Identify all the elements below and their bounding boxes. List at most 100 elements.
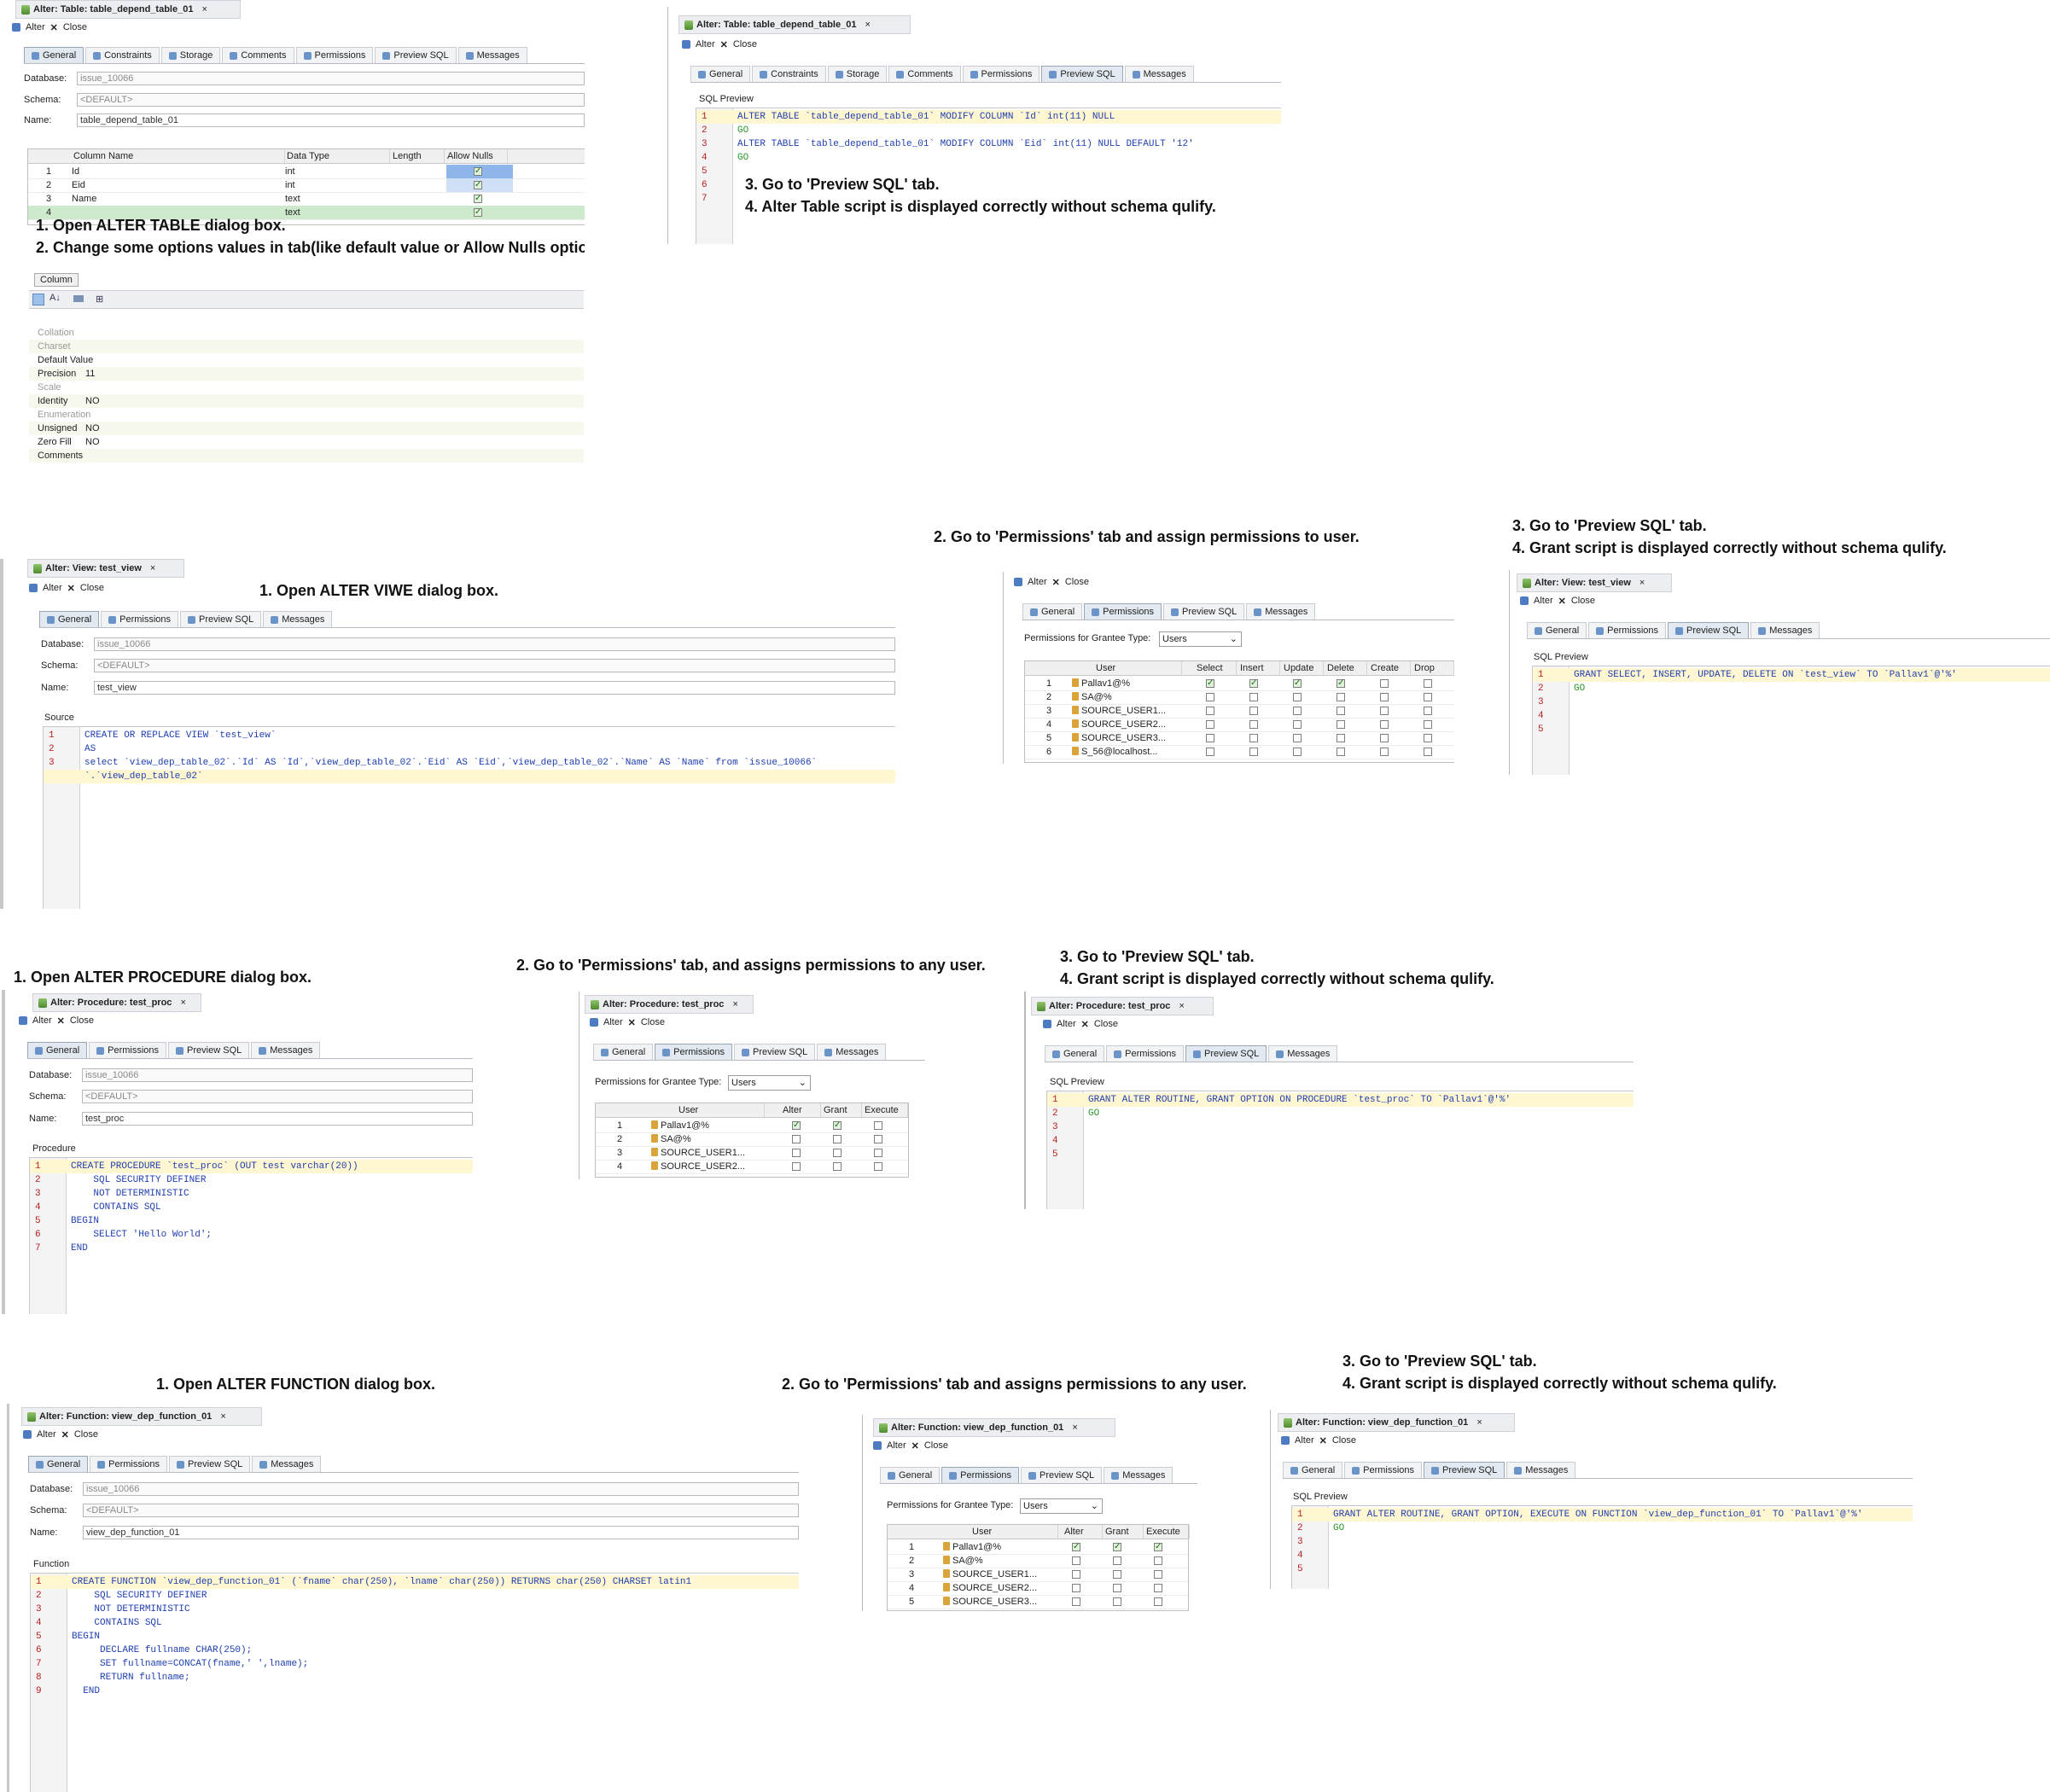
permission-checkbox[interactable] [1206, 720, 1214, 729]
tab-general[interactable]: General [27, 1042, 88, 1058]
permission-checkbox[interactable] [1249, 734, 1258, 742]
tab-close-icon[interactable]: × [1179, 1001, 1184, 1011]
tab-messages[interactable]: Messages [1268, 1045, 1338, 1062]
permission-checkbox[interactable] [1380, 679, 1389, 688]
tab-preview-sql[interactable]: Preview SQL [1041, 66, 1123, 82]
permission-checkbox[interactable] [1154, 1597, 1162, 1606]
permission-row[interactable]: 3 SOURCE_USER1... [1025, 704, 1454, 719]
allow-nulls-checkbox[interactable]: ✓ [474, 208, 482, 217]
close-icon[interactable]: ✕ [1052, 577, 1060, 588]
permission-checkbox[interactable]: ✓ [1072, 1543, 1080, 1551]
close-icon[interactable]: ✕ [57, 1015, 65, 1027]
user-cell[interactable]: SOURCE_USER2... [1069, 718, 1166, 731]
property-row[interactable]: Scale [29, 381, 584, 394]
permission-row[interactable]: 4 SOURCE_USER2... [596, 1160, 908, 1174]
close-button[interactable]: Close [641, 1017, 665, 1027]
permission-row[interactable]: 1 Pallav1@% ✓ ✓ ✓ ✓ [1025, 677, 1454, 691]
permission-checkbox[interactable]: ✓ [1113, 1543, 1121, 1551]
alter-button[interactable]: Alter [32, 1015, 52, 1026]
permission-row[interactable]: 5 SOURCE_USER3... [1025, 731, 1454, 746]
permission-checkbox[interactable] [1072, 1597, 1080, 1606]
permission-checkbox[interactable] [1113, 1597, 1121, 1606]
tab-permissions[interactable]: Permissions [655, 1044, 733, 1060]
permission-row[interactable]: 3 SOURCE_USER1... [888, 1568, 1188, 1582]
user-cell[interactable]: SOURCE_USER1... [941, 1568, 1037, 1581]
property-row[interactable]: Identity NO [29, 394, 584, 408]
permission-row[interactable]: 5 SOURCE_USER3... [888, 1595, 1188, 1609]
permission-checkbox[interactable] [1424, 720, 1432, 729]
permission-checkbox[interactable] [1249, 707, 1258, 715]
close-icon[interactable]: ✕ [61, 1429, 69, 1440]
source-editor[interactable]: 1 CREATE OR REPLACE VIEW `test_view` 2 AS … [43, 726, 895, 909]
close-icon[interactable]: ✕ [50, 22, 58, 33]
permission-checkbox[interactable] [1380, 707, 1389, 715]
sql-preview-editor[interactable]: 1 GRANT ALTER ROUTINE, GRANT OPTION, EXEC… [1291, 1505, 1913, 1589]
close-icon[interactable]: ✕ [1081, 1019, 1089, 1030]
name-field[interactable]: test_proc [82, 1112, 473, 1126]
permission-checkbox[interactable] [1206, 748, 1214, 756]
tab-close-icon[interactable]: × [1072, 1423, 1077, 1433]
tab-messages[interactable]: Messages [1124, 66, 1194, 82]
tab-general[interactable]: General [39, 611, 100, 627]
tab-general[interactable]: General [1527, 622, 1587, 638]
tab-preview-sql[interactable]: Preview SQL [1163, 603, 1245, 620]
tab-general[interactable]: General [28, 1456, 89, 1472]
tab-general[interactable]: General [1022, 603, 1083, 620]
tab-permissions[interactable]: Permissions [962, 66, 1040, 82]
tab-permissions[interactable]: Permissions [941, 1467, 1020, 1483]
tab-preview-sql[interactable]: Preview SQL [168, 1042, 250, 1058]
tab-preview-sql[interactable]: Preview SQL [180, 611, 262, 627]
name-field[interactable]: test_view [94, 681, 895, 695]
user-cell[interactable]: SOURCE_USER1... [649, 1146, 745, 1160]
data-type-cell[interactable]: int [282, 165, 295, 178]
alter-button[interactable]: Alter [43, 583, 62, 593]
property-pages-icon[interactable] [73, 295, 84, 302]
close-button[interactable]: Close [924, 1440, 948, 1451]
property-row[interactable]: Default Value [29, 353, 584, 367]
schema-field[interactable]: <DEFAULT> [83, 1504, 799, 1517]
permission-checkbox[interactable] [792, 1149, 801, 1157]
permission-checkbox[interactable] [1072, 1584, 1080, 1592]
permission-checkbox[interactable] [874, 1135, 882, 1143]
grantee-type-select[interactable]: Users ⌄ [1159, 631, 1242, 647]
tab-close-icon[interactable]: × [732, 999, 737, 1009]
user-cell[interactable]: SA@% [649, 1132, 691, 1146]
tab-comments[interactable]: Comments [888, 66, 961, 82]
permission-checkbox[interactable] [1206, 707, 1214, 715]
permission-checkbox[interactable]: ✓ [833, 1121, 842, 1130]
sql-preview-editor[interactable]: 1 GRANT SELECT, INSERT, UPDATE, DELETE ON… [1532, 666, 2050, 775]
schema-field[interactable]: <DEFAULT> [82, 1090, 473, 1103]
permission-checkbox[interactable] [1380, 748, 1389, 756]
permission-row[interactable]: 4 SOURCE_USER2... [888, 1581, 1188, 1596]
tab-messages[interactable]: Messages [252, 1456, 322, 1472]
permission-checkbox[interactable] [1380, 720, 1389, 729]
database-field[interactable]: issue_10066 [94, 637, 895, 651]
permission-checkbox[interactable]: ✓ [1206, 679, 1214, 688]
tab-permissions[interactable]: Permissions [1106, 1045, 1185, 1062]
property-row[interactable]: Zero Fill NO [29, 435, 584, 449]
database-field[interactable]: issue_10066 [77, 72, 585, 85]
property-row[interactable]: Charset [29, 340, 584, 353]
permission-checkbox[interactable] [1113, 1584, 1121, 1592]
permission-checkbox[interactable]: ✓ [1337, 679, 1345, 688]
permission-checkbox[interactable] [1337, 734, 1345, 742]
property-row[interactable]: Precision 11 [29, 367, 584, 381]
tab-storage[interactable]: Storage [827, 66, 888, 82]
permission-row[interactable]: 2 SA@% [596, 1132, 908, 1147]
close-icon[interactable]: ✕ [67, 583, 75, 594]
tab-preview-sql[interactable]: Preview SQL [734, 1044, 816, 1060]
document-tab[interactable]: Alter: Procedure: test_proc × [1031, 997, 1214, 1015]
permission-checkbox[interactable] [1424, 707, 1432, 715]
close-icon[interactable]: ✕ [628, 1017, 636, 1028]
tab-general[interactable]: General [593, 1044, 654, 1060]
permission-checkbox[interactable]: ✓ [1249, 679, 1258, 688]
user-cell[interactable]: S_56@localhost... [1069, 745, 1157, 759]
permission-checkbox[interactable] [1113, 1570, 1121, 1579]
permission-checkbox[interactable] [1293, 734, 1302, 742]
permission-checkbox[interactable] [833, 1162, 842, 1171]
close-button[interactable]: Close [80, 583, 104, 593]
alter-button[interactable]: Alter [37, 1429, 56, 1440]
close-icon[interactable]: ✕ [1558, 596, 1566, 607]
name-field[interactable]: view_dep_function_01 [83, 1526, 799, 1539]
permission-checkbox[interactable] [1293, 748, 1302, 756]
